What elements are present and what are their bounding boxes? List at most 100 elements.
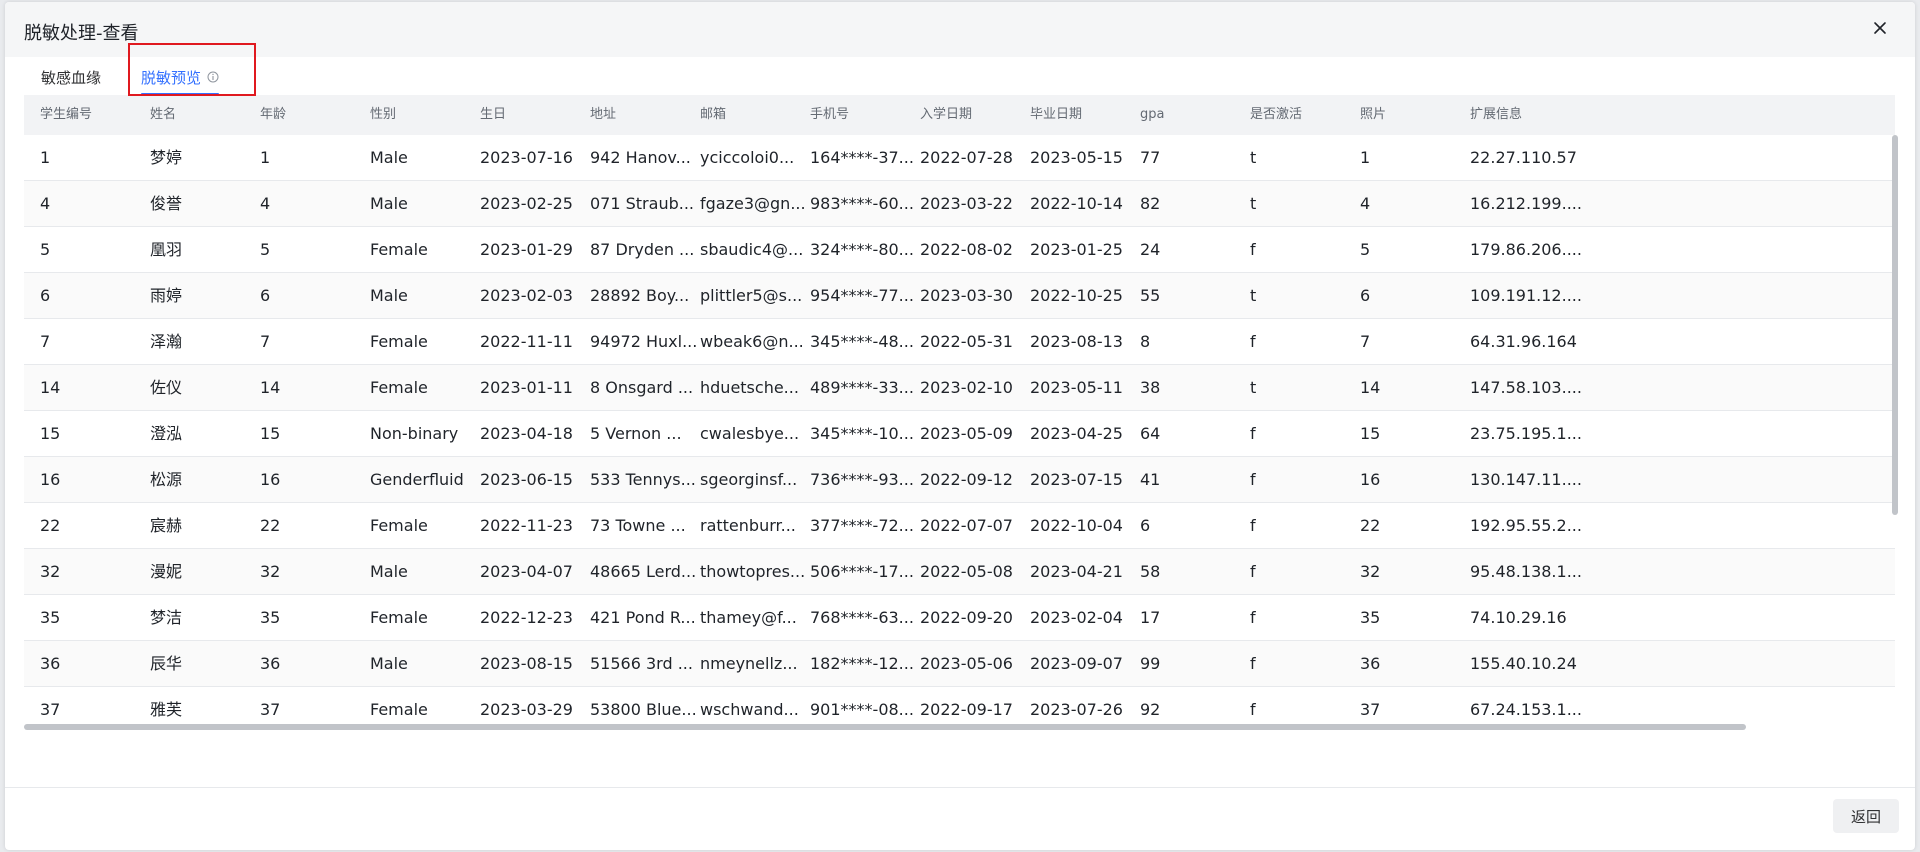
column-header: 学生编号 bbox=[40, 107, 93, 122]
table-cell: 2023-06-15 bbox=[480, 470, 573, 489]
table-cell: Male bbox=[370, 148, 408, 167]
table-cell: 14 bbox=[260, 378, 281, 397]
table-cell: 2022-10-04 bbox=[1030, 516, 1123, 535]
table-cell: 147.58.103.... bbox=[1470, 378, 1582, 397]
table-cell: t bbox=[1250, 378, 1257, 397]
table-cell: 16 bbox=[1360, 470, 1381, 489]
table-cell: f bbox=[1250, 470, 1256, 489]
table-cell: 983****-60... bbox=[810, 194, 914, 213]
table-cell: 2023-02-04 bbox=[1030, 608, 1123, 627]
table-cell: 14 bbox=[1360, 378, 1381, 397]
table-cell: 佐仪 bbox=[150, 378, 183, 397]
tab-sensitive-lineage[interactable]: 敏感血缘 bbox=[41, 61, 101, 93]
table-cell: 22 bbox=[40, 516, 61, 535]
table-row[interactable]: 5 凰羽 5 Female 2023-01-29 87 Dryden ... sbaudic… bbox=[24, 227, 1895, 273]
table-cell: f bbox=[1250, 516, 1256, 535]
table-cell: 2022-08-02 bbox=[920, 240, 1013, 259]
table-cell: 5 bbox=[1360, 240, 1371, 259]
table-cell: 2022-11-23 bbox=[480, 516, 573, 535]
table-cell: 2023-04-25 bbox=[1030, 424, 1123, 443]
table-cell: 2023-02-10 bbox=[920, 378, 1013, 397]
table-cell: f bbox=[1250, 424, 1256, 443]
table-cell: 99 bbox=[1140, 654, 1161, 673]
column-header: 入学日期 bbox=[920, 107, 973, 122]
table-row[interactable]: 14 佐仪 14 Female 2023-01-11 8 Onsgard ... hduet… bbox=[24, 365, 1895, 411]
table-cell: 宸赫 bbox=[150, 516, 183, 535]
table-row[interactable]: 32 漫妮 32 Male 2023-04-07 48665 Lerd... thowtop… bbox=[24, 549, 1895, 595]
table-cell: 辰华 bbox=[150, 654, 183, 673]
table-cell: 95.48.138.1... bbox=[1470, 562, 1582, 581]
info-icon[interactable] bbox=[207, 71, 219, 83]
table-cell: 2022-11-11 bbox=[480, 332, 573, 351]
table-cell: thamey@f... bbox=[700, 608, 797, 627]
table-cell: 36 bbox=[1360, 654, 1381, 673]
table-cell: 2023-02-03 bbox=[480, 286, 573, 305]
table-cell: 4 bbox=[260, 194, 271, 213]
table-cell: 2022-12-23 bbox=[480, 608, 573, 627]
table-cell: 雨婷 bbox=[150, 286, 183, 305]
table-cell: 345****-48... bbox=[810, 332, 914, 351]
table-cell: 22.27.110.57 bbox=[1470, 148, 1577, 167]
table-row[interactable]: 36 辰华 36 Male 2023-08-15 51566 3rd ... nmeynel… bbox=[24, 641, 1895, 687]
table-cell: 泽瀚 bbox=[150, 332, 183, 351]
table-cell: 942 Hanov... bbox=[590, 148, 691, 167]
close-button[interactable] bbox=[1867, 16, 1893, 42]
table-cell: 64.31.96.164 bbox=[1470, 332, 1577, 351]
table-cell: 324****-80... bbox=[810, 240, 914, 259]
table-cell: t bbox=[1250, 194, 1257, 213]
table-cell: 2023-01-29 bbox=[480, 240, 573, 259]
table-cell: 俊誉 bbox=[150, 194, 183, 213]
table-cell: 1 bbox=[1360, 148, 1371, 167]
table-cell: f bbox=[1250, 240, 1256, 259]
table-cell: fgaze3@gn... bbox=[700, 194, 806, 213]
table-cell: 38 bbox=[1140, 378, 1161, 397]
table-cell: 94972 Huxl... bbox=[590, 332, 698, 351]
table-cell: 2023-09-07 bbox=[1030, 654, 1123, 673]
table-cell: 82 bbox=[1140, 194, 1161, 213]
table-cell: f bbox=[1250, 608, 1256, 627]
table-cell: 1 bbox=[260, 148, 271, 167]
table-row[interactable]: 7 泽瀚 7 Female 2022-11-11 94972 Huxl... wbeak6@… bbox=[24, 319, 1895, 365]
horizontal-scrollbar[interactable] bbox=[24, 724, 1746, 730]
table-row[interactable]: 16 松源 16 Genderfluid 2023-06-15 533 Tennys...… bbox=[24, 457, 1895, 503]
table-cell: 2023-01-11 bbox=[480, 378, 573, 397]
table-row[interactable]: 4 俊誉 4 Male 2023-02-25 071 Straub... fgaze3@gn… bbox=[24, 181, 1895, 227]
column-header: 邮箱 bbox=[700, 107, 727, 122]
table-cell: Female bbox=[370, 240, 428, 259]
table-cell: 1 bbox=[40, 148, 51, 167]
table-row[interactable]: 1 梦婷 1 Male 2023-07-16 942 Hanov... yciccoloi0… bbox=[24, 135, 1895, 181]
table-cell: wbeak6@n... bbox=[700, 332, 804, 351]
table-cell: 7 bbox=[1360, 332, 1371, 351]
table-cell: 22 bbox=[260, 516, 281, 535]
vertical-scrollbar[interactable] bbox=[1892, 135, 1898, 515]
table-cell: 32 bbox=[260, 562, 281, 581]
table-cell: 77 bbox=[1140, 148, 1161, 167]
table-row[interactable]: 22 宸赫 22 Female 2022-11-23 73 Towne ... ratten… bbox=[24, 503, 1895, 549]
table-cell: 51566 3rd ... bbox=[590, 654, 693, 673]
table-cell: 155.40.10.24 bbox=[1470, 654, 1577, 673]
table-cell: 凰羽 bbox=[150, 240, 183, 259]
table-cell: 2023-02-25 bbox=[480, 194, 573, 213]
tab-desensitize-preview[interactable]: 脱敏预览 bbox=[141, 61, 220, 95]
table-cell: 16 bbox=[40, 470, 61, 489]
back-button[interactable]: 返回 bbox=[1833, 799, 1899, 833]
table-cell: 梦洁 bbox=[150, 608, 183, 627]
table-cell: Male bbox=[370, 194, 408, 213]
table-cell: 41 bbox=[1140, 470, 1161, 489]
table-cell: 16 bbox=[260, 470, 281, 489]
table-cell: 2023-03-22 bbox=[920, 194, 1013, 213]
table-cell: 32 bbox=[1360, 562, 1381, 581]
table-cell: 2022-05-08 bbox=[920, 562, 1013, 581]
table-cell: 2022-07-28 bbox=[920, 148, 1013, 167]
table-row[interactable]: 35 梦洁 35 Female 2022-12-23 421 Pond R... thame… bbox=[24, 595, 1895, 641]
table-cell: 071 Straub... bbox=[590, 194, 694, 213]
table-cell: 345****-10... bbox=[810, 424, 914, 443]
table-row[interactable]: 15 澄泓 15 Non-binary 2023-04-18 5 Vernon ... cw… bbox=[24, 411, 1895, 457]
table-cell: 2023-04-21 bbox=[1030, 562, 1123, 581]
column-header: 手机号 bbox=[810, 107, 850, 122]
table-cell: rattenburr... bbox=[700, 516, 796, 535]
table-cell: 55 bbox=[1140, 286, 1161, 305]
table-row[interactable]: 6 雨婷 6 Male 2023-02-03 28892 Boy... plittler5@… bbox=[24, 273, 1895, 319]
table-cell: Male bbox=[370, 562, 408, 581]
table-cell: 954****-77... bbox=[810, 286, 914, 305]
